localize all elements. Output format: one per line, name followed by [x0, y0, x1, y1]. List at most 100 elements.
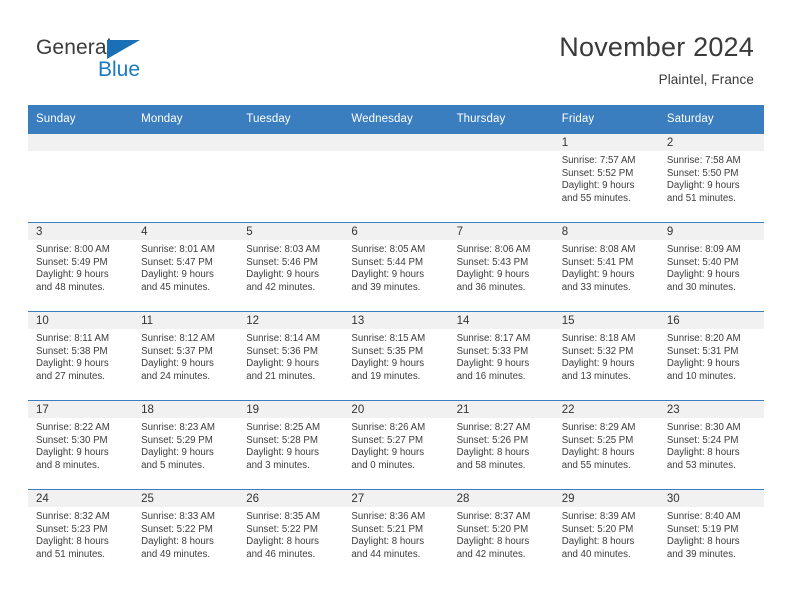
- calendar-day-cell[interactable]: 9 Sunrise: 8:09 AM Sunset: 5:40 PM Daylight…: [658, 222, 764, 312]
- day-details: [28, 151, 133, 155]
- calendar-day-cell[interactable]: 27 Sunrise: 8:36 AM Sunset: 5:21 PM Dayligh…: [343, 489, 449, 578]
- calendar-day-cell[interactable]: 18 Sunrise: 8:23 AM Sunset: 5:29 PM Dayligh…: [133, 400, 239, 490]
- weekday-header-sunday: Sunday: [28, 105, 134, 134]
- calendar-week-row: 17 Sunrise: 8:22 AM Sunset: 5:30 PM Dayligh…: [28, 400, 764, 490]
- calendar-day-cell[interactable]: 21 Sunrise: 8:27 AM Sunset: 5:26 PM Dayligh…: [448, 400, 554, 490]
- sunrise-time: Sunrise: 8:01 AM: [141, 244, 215, 255]
- weekday-header-saturday: Saturday: [658, 105, 764, 134]
- calendar-day-cell[interactable]: 6 Sunrise: 8:05 AM Sunset: 5:44 PM Daylight…: [343, 222, 449, 312]
- daylight-duration-line1: Daylight: 9 hours: [666, 358, 740, 370]
- daylight-duration-line2: and 51 minutes.: [666, 192, 736, 204]
- day-number: 30: [658, 490, 764, 507]
- day-cell-inner: 1 Sunrise: 7:57 AM Sunset: 5:52 PM Daylight…: [553, 134, 659, 222]
- sunrise-time: Sunrise: 8:37 AM: [456, 511, 531, 522]
- sunrise-time: Sunrise: 8:17 AM: [456, 333, 531, 344]
- day-details: Sunrise: 8:08 AM Sunset: 5:41 PM Daylight:…: [554, 240, 659, 294]
- day-details: Sunrise: 8:03 AM Sunset: 5:46 PM Daylight:…: [238, 240, 343, 294]
- day-cell-inner: 27 Sunrise: 8:36 AM Sunset: 5:21 PM Dayligh…: [343, 490, 449, 578]
- weekday-header-friday: Friday: [553, 105, 659, 134]
- daylight-duration-line1: Daylight: 8 hours: [666, 536, 740, 548]
- sunrise-time: Sunrise: 8:32 AM: [36, 511, 110, 522]
- calendar-day-cell[interactable]: 17 Sunrise: 8:22 AM Sunset: 5:30 PM Dayligh…: [28, 400, 134, 490]
- calendar-day-cell[interactable]: [448, 133, 554, 223]
- day-details: Sunrise: 8:11 AM Sunset: 5:38 PM Daylight:…: [28, 329, 133, 383]
- sunrise-time: Sunrise: 8:03 AM: [246, 244, 321, 255]
- sunrise-time: Sunrise: 8:35 AM: [246, 511, 321, 522]
- calendar-day-cell[interactable]: [343, 133, 449, 223]
- sunset-time: Sunset: 5:31 PM: [666, 345, 739, 357]
- calendar-day-cell[interactable]: [28, 133, 134, 223]
- daylight-duration-line2: and 48 minutes.: [36, 281, 105, 293]
- day-details: Sunrise: 8:35 AM Sunset: 5:22 PM Daylight:…: [238, 507, 343, 561]
- daylight-duration-line2: and 36 minutes.: [456, 281, 526, 293]
- day-cell-inner: 26 Sunrise: 8:35 AM Sunset: 5:22 PM Dayligh…: [238, 490, 344, 578]
- day-details: Sunrise: 8:20 AM Sunset: 5:31 PM Daylight:…: [659, 329, 764, 383]
- calendar-day-cell[interactable]: 4 Sunrise: 8:01 AM Sunset: 5:47 PM Daylight…: [133, 222, 239, 312]
- calendar-day-cell[interactable]: 29 Sunrise: 8:39 AM Sunset: 5:20 PM Dayligh…: [553, 489, 659, 578]
- calendar-day-cell[interactable]: 7 Sunrise: 8:06 AM Sunset: 5:43 PM Daylight…: [448, 222, 554, 312]
- sunrise-time: Sunrise: 8:09 AM: [666, 244, 741, 255]
- calendar-day-cell[interactable]: 3 Sunrise: 8:00 AM Sunset: 5:49 PM Daylight…: [28, 222, 134, 312]
- calendar-week-row: 24 Sunrise: 8:32 AM Sunset: 5:23 PM Dayligh…: [28, 489, 764, 578]
- day-cell-inner: 7 Sunrise: 8:06 AM Sunset: 5:43 PM Daylight…: [448, 223, 554, 311]
- day-number: 25: [133, 490, 239, 507]
- calendar-day-cell[interactable]: 11 Sunrise: 8:12 AM Sunset: 5:37 PM Dayligh…: [133, 311, 239, 401]
- day-cell-inner: [448, 134, 554, 222]
- calendar-day-cell[interactable]: 14 Sunrise: 8:17 AM Sunset: 5:33 PM Dayligh…: [448, 311, 554, 401]
- day-number: 17: [28, 401, 134, 418]
- calendar-day-cell[interactable]: 2 Sunrise: 7:58 AM Sunset: 5:50 PM Daylight…: [658, 133, 764, 223]
- calendar-day-cell[interactable]: 24 Sunrise: 8:32 AM Sunset: 5:23 PM Dayligh…: [28, 489, 134, 578]
- day-number: 15: [553, 312, 659, 329]
- daylight-duration-line2: and 44 minutes.: [351, 548, 421, 560]
- daylight-duration-line1: Daylight: 9 hours: [561, 269, 635, 281]
- calendar-day-cell[interactable]: 28 Sunrise: 8:37 AM Sunset: 5:20 PM Dayligh…: [448, 489, 554, 578]
- sunset-time: Sunset: 5:52 PM: [561, 167, 634, 179]
- day-number: 22: [553, 401, 659, 418]
- calendar-day-cell[interactable]: 1 Sunrise: 7:57 AM Sunset: 5:52 PM Daylight…: [553, 133, 659, 223]
- location-subtitle: Plaintel, France: [658, 72, 754, 87]
- daylight-duration-line1: Daylight: 9 hours: [351, 447, 425, 459]
- page-title: November 2024: [559, 32, 754, 62]
- calendar-day-cell[interactable]: 22 Sunrise: 8:29 AM Sunset: 5:25 PM Dayligh…: [553, 400, 659, 490]
- calendar-day-cell[interactable]: 20 Sunrise: 8:26 AM Sunset: 5:27 PM Dayligh…: [343, 400, 449, 490]
- day-cell-inner: 2 Sunrise: 7:58 AM Sunset: 5:50 PM Daylight…: [658, 134, 764, 222]
- day-details: Sunrise: 7:58 AM Sunset: 5:50 PM Daylight:…: [659, 151, 764, 205]
- day-details: Sunrise: 7:57 AM Sunset: 5:52 PM Daylight:…: [554, 151, 659, 205]
- day-number: 10: [28, 312, 134, 329]
- day-details: Sunrise: 8:18 AM Sunset: 5:32 PM Daylight:…: [554, 329, 659, 383]
- calendar-day-cell[interactable]: 10 Sunrise: 8:11 AM Sunset: 5:38 PM Dayligh…: [28, 311, 134, 401]
- sunrise-time: Sunrise: 7:57 AM: [561, 155, 636, 166]
- sunset-time: Sunset: 5:29 PM: [141, 434, 213, 446]
- calendar-day-cell[interactable]: 16 Sunrise: 8:20 AM Sunset: 5:31 PM Dayligh…: [658, 311, 764, 401]
- calendar-day-cell[interactable]: 12 Sunrise: 8:14 AM Sunset: 5:36 PM Dayligh…: [238, 311, 344, 401]
- sunset-time: Sunset: 5:30 PM: [36, 434, 108, 446]
- day-details: Sunrise: 8:23 AM Sunset: 5:29 PM Daylight:…: [133, 418, 238, 472]
- brand-logo[interactable]: General Blue: [36, 36, 256, 84]
- calendar-day-cell[interactable]: [238, 133, 344, 223]
- calendar-day-cell[interactable]: 30 Sunrise: 8:40 AM Sunset: 5:19 PM Dayligh…: [658, 489, 764, 578]
- daylight-duration-line1: Daylight: 8 hours: [561, 536, 635, 548]
- calendar-day-cell[interactable]: 25 Sunrise: 8:33 AM Sunset: 5:22 PM Dayligh…: [133, 489, 239, 578]
- calendar-week-row: 10 Sunrise: 8:11 AM Sunset: 5:38 PM Dayligh…: [28, 311, 764, 401]
- sunset-time: Sunset: 5:25 PM: [561, 434, 634, 446]
- daylight-duration-line1: Daylight: 9 hours: [36, 358, 109, 370]
- calendar-day-cell[interactable]: 13 Sunrise: 8:15 AM Sunset: 5:35 PM Dayligh…: [343, 311, 449, 401]
- daylight-duration-line1: Daylight: 8 hours: [561, 447, 635, 459]
- calendar-day-cell[interactable]: 5 Sunrise: 8:03 AM Sunset: 5:46 PM Daylight…: [238, 222, 344, 312]
- day-number: 7: [448, 223, 554, 240]
- daylight-duration-line2: and 8 minutes.: [36, 459, 100, 471]
- daylight-duration-line1: Daylight: 9 hours: [561, 180, 635, 192]
- calendar-day-cell[interactable]: 23 Sunrise: 8:30 AM Sunset: 5:24 PM Dayligh…: [658, 400, 764, 490]
- daylight-duration-line2: and 21 minutes.: [246, 370, 316, 382]
- calendar-day-cell[interactable]: 8 Sunrise: 8:08 AM Sunset: 5:41 PM Daylight…: [553, 222, 659, 312]
- calendar-day-cell[interactable]: 15 Sunrise: 8:18 AM Sunset: 5:32 PM Dayligh…: [553, 311, 659, 401]
- daylight-duration-line2: and 24 minutes.: [141, 370, 211, 382]
- calendar-body: 1 Sunrise: 7:57 AM Sunset: 5:52 PM Daylight…: [28, 133, 764, 578]
- calendar-day-cell[interactable]: [133, 133, 239, 223]
- sunset-time: Sunset: 5:23 PM: [36, 523, 108, 535]
- day-cell-inner: 14 Sunrise: 8:17 AM Sunset: 5:33 PM Dayligh…: [448, 312, 554, 400]
- calendar-day-cell[interactable]: 26 Sunrise: 8:35 AM Sunset: 5:22 PM Dayligh…: [238, 489, 344, 578]
- calendar-day-cell[interactable]: 19 Sunrise: 8:25 AM Sunset: 5:28 PM Dayligh…: [238, 400, 344, 490]
- day-number: 3: [28, 223, 134, 240]
- sunrise-time: Sunrise: 8:40 AM: [666, 511, 741, 522]
